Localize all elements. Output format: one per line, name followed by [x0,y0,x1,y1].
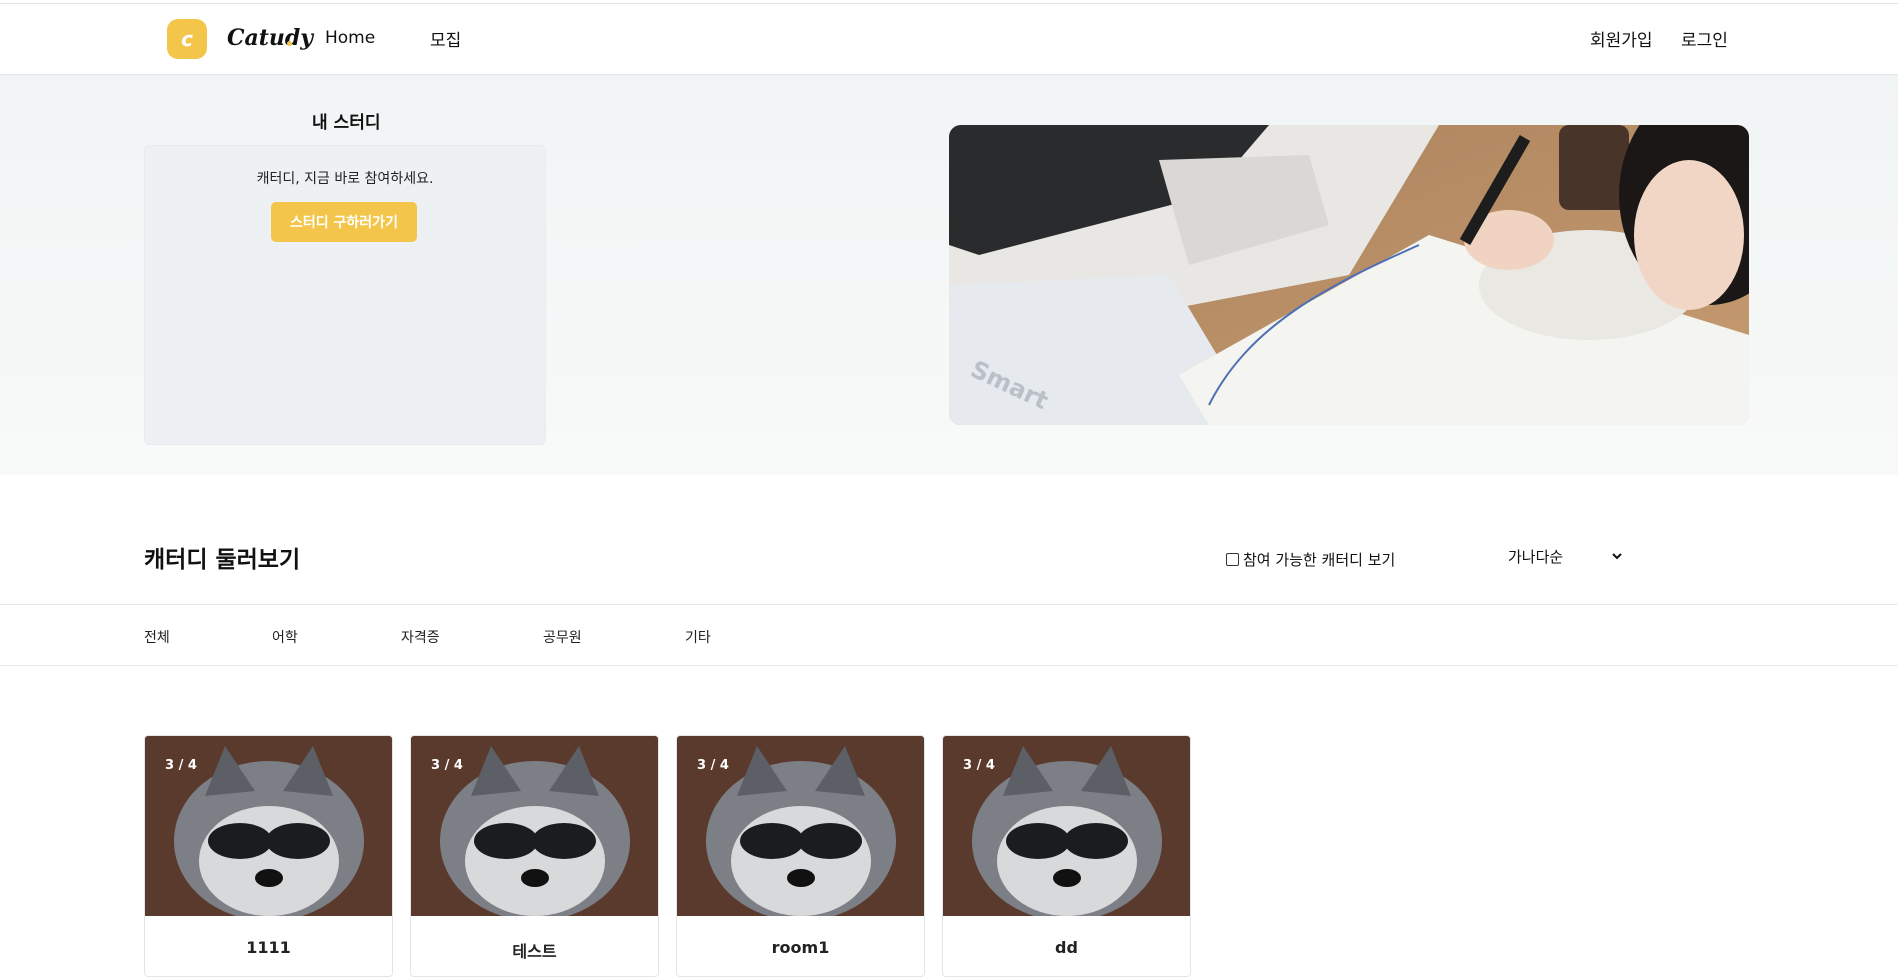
study-card[interactable]: 3 / 4 1111 [144,735,393,977]
site-header: c Catudy Home 모집 회원가입 로그인 [0,4,1898,75]
card-title[interactable]: 1111 [145,938,392,957]
study-card[interactable]: 3 / 4 dd [942,735,1191,977]
study-card[interactable]: 3 / 4 테스트 [410,735,659,977]
member-count: 3 / 4 [165,758,197,773]
my-study-message: 캐터디, 지금 바로 참여하세요. [256,171,434,187]
card-title[interactable]: 테스트 [411,938,658,962]
find-study-button[interactable]: 스터디 구하러가기 [271,202,417,242]
logo-icon[interactable]: c [167,19,207,59]
available-filter-label[interactable]: 참여 가능한 캐터디 보기 [1243,549,1395,570]
member-count: 3 / 4 [431,758,463,773]
hero-study-photo: Smart [949,125,1749,425]
card-title[interactable]: dd [943,938,1190,957]
member-count: 3 / 4 [697,758,729,773]
member-count: 3 / 4 [963,758,995,773]
tab-all[interactable]: 전체 [144,627,170,647]
logo-text[interactable]: Catudy [227,25,313,51]
sort-select[interactable]: 가나다순 [1508,546,1623,567]
chevron-down-icon[interactable] [1611,548,1623,566]
tab-civil-service[interactable]: 공무원 [543,627,582,647]
available-filter-checkbox[interactable] [1226,553,1239,566]
available-filter[interactable]: 참여 가능한 캐터디 보기 [1226,549,1395,570]
signup-link[interactable]: 회원가입 [1590,26,1653,51]
hero-section: 내 스터디 캐터디, 지금 바로 참여하세요. 스터디 구하러가기 Smart [0,75,1898,475]
tab-language[interactable]: 어학 [272,627,298,647]
card-title[interactable]: room1 [677,938,924,957]
category-tabs: 전체 어학 자격증 공무원 기타 [0,604,1898,666]
login-link[interactable]: 로그인 [1681,26,1728,51]
logo-dot [287,41,292,46]
nav-recruit-link[interactable]: 모집 [430,26,461,51]
tab-certificate[interactable]: 자격증 [401,627,440,647]
nav-home-link[interactable]: Home [325,28,375,48]
my-study-panel: 캐터디, 지금 바로 참여하세요. 스터디 구하러가기 [144,145,546,445]
my-study-title: 내 스터디 [312,113,381,133]
sort-selected-value[interactable]: 가나다순 [1508,546,1563,567]
study-card[interactable]: 3 / 4 room1 [676,735,925,977]
tab-etc[interactable]: 기타 [685,627,711,647]
browse-title: 캐터디 둘러보기 [144,547,301,573]
